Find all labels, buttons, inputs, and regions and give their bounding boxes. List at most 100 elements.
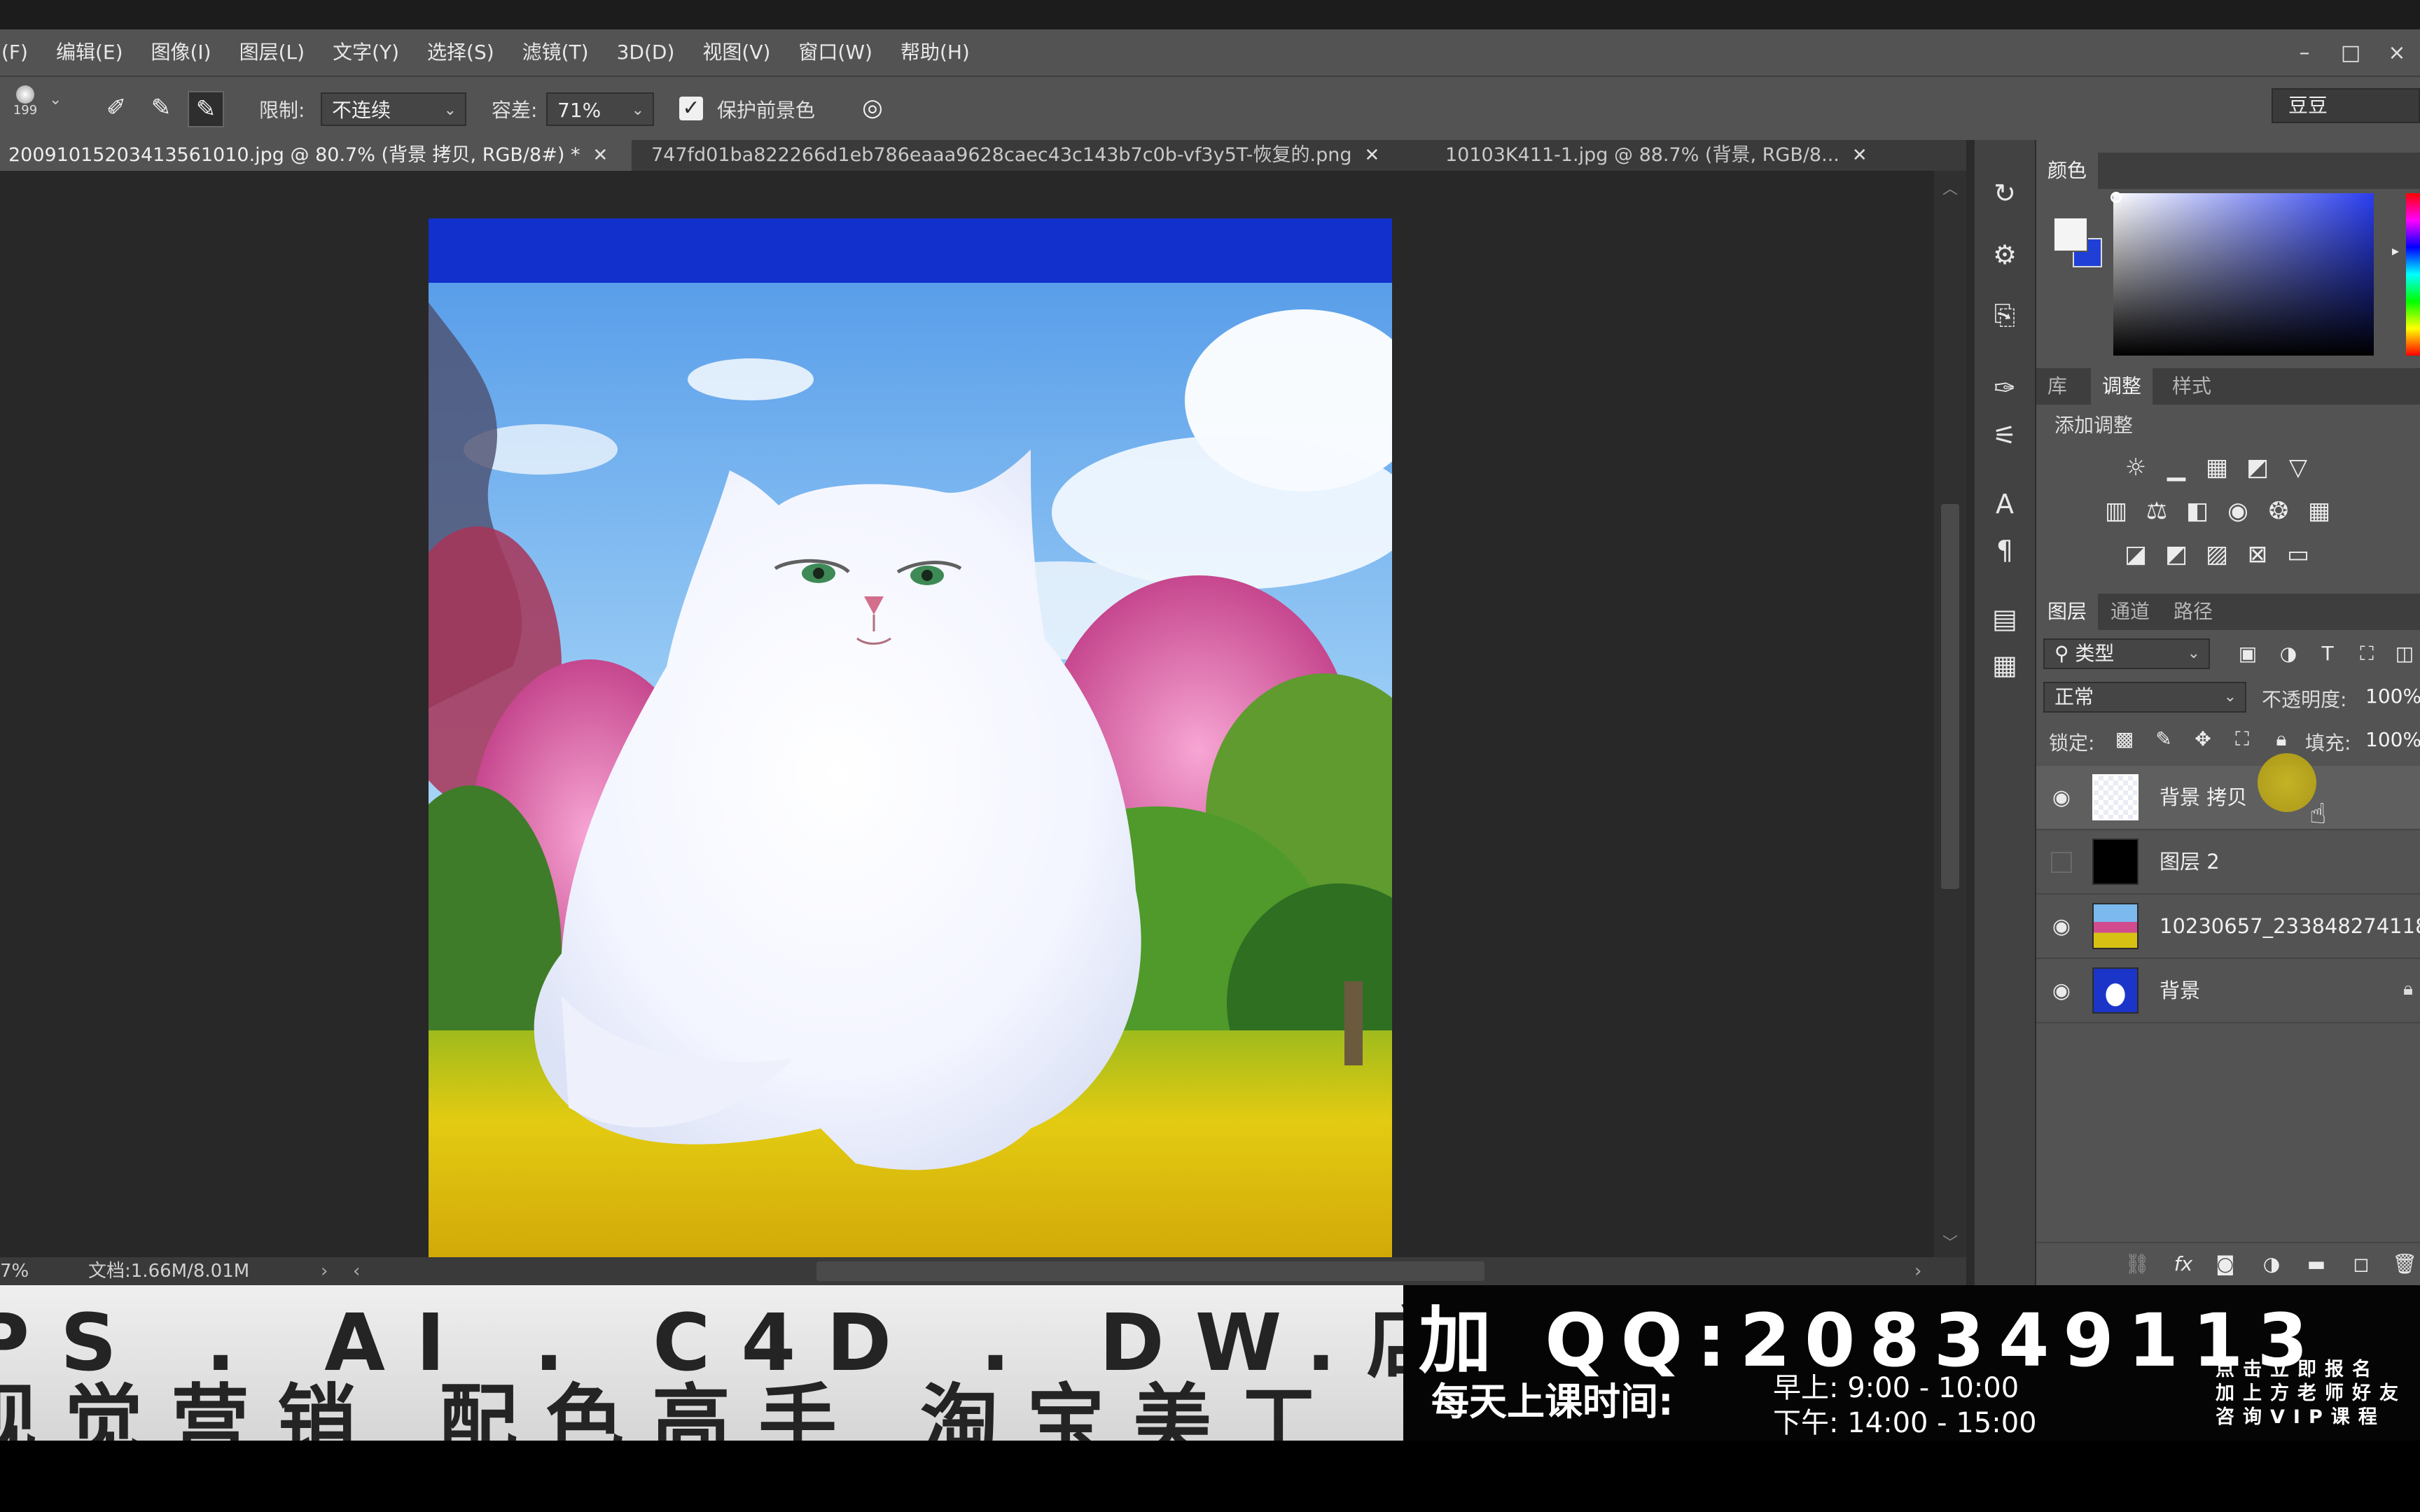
lock-artboard-icon[interactable]: ⛶: [2228, 725, 2256, 753]
clone-source-icon[interactable]: ⎘: [1988, 298, 2022, 332]
eye-icon[interactable]: ◉: [2049, 914, 2074, 939]
close-icon[interactable]: ✕: [592, 145, 608, 166]
hue-saturation-icon[interactable]: ▥: [2102, 497, 2130, 525]
close-icon[interactable]: ✕: [1364, 145, 1379, 166]
exposure-icon[interactable]: ◩: [2244, 454, 2272, 482]
menu-type[interactable]: 文字(Y): [319, 29, 413, 76]
tab-library[interactable]: 库: [2036, 368, 2078, 405]
protect-foreground-checkbox[interactable]: ✓: [679, 97, 703, 120]
limit-dropdown[interactable]: 不连续 ⌄: [321, 92, 466, 126]
filter-smart-object-icon[interactable]: ◫: [2391, 640, 2419, 668]
tab-styles[interactable]: 样式: [2161, 368, 2223, 405]
notes-icon[interactable]: ▦: [1988, 648, 2022, 682]
filter-pixel-icon[interactable]: ▣: [2234, 640, 2262, 668]
channel-mixer-icon[interactable]: ❂: [2265, 497, 2293, 525]
layer-filter-dropdown[interactable]: ⚲ 类型 ⌄: [2043, 638, 2210, 669]
levels-icon[interactable]: ▁: [2162, 454, 2190, 482]
background-eraser-icon[interactable]: ✐: [99, 91, 133, 125]
filter-type-icon[interactable]: T: [2314, 640, 2342, 668]
invert-icon[interactable]: ◪: [2122, 540, 2150, 568]
tab-document-2[interactable]: 747fd01ba822266d1eb786eaaa9628caec43c143…: [643, 140, 1417, 171]
folder-icon[interactable]: ▬: [2302, 1250, 2330, 1278]
lock-position-icon[interactable]: ✥: [2189, 725, 2217, 753]
menu-3d[interactable]: 3D(D): [603, 29, 689, 76]
horizontal-scroll-thumb[interactable]: [816, 1261, 1484, 1281]
layer-row[interactable]: 图层 2: [2036, 830, 2420, 895]
tab-color[interactable]: 颜色: [2036, 153, 2099, 189]
new-layer-icon[interactable]: ◻: [2347, 1250, 2375, 1278]
menu-window[interactable]: 窗口(W): [784, 29, 886, 76]
threshold-icon[interactable]: ▨: [2203, 540, 2231, 568]
color-balance-icon[interactable]: ⚖: [2143, 497, 2171, 525]
fill-value[interactable]: 100%: [2365, 728, 2420, 751]
chevron-right-icon[interactable]: ›: [321, 1257, 328, 1285]
lock-transparent-icon[interactable]: ▩: [2110, 725, 2139, 753]
posterize-icon[interactable]: ◩: [2162, 540, 2190, 568]
trash-icon[interactable]: 🗑︎: [2391, 1250, 2419, 1278]
sample-swatch-icon[interactable]: ✎: [188, 91, 224, 127]
hue-slider[interactable]: [2406, 193, 2420, 356]
tab-layers[interactable]: 图层: [2036, 594, 2099, 630]
adjustment-icon[interactable]: ◑: [2258, 1250, 2286, 1278]
brush-panel-icon[interactable]: ✑: [1988, 371, 2022, 405]
workspace-switcher[interactable]: 豆豆: [2272, 88, 2420, 123]
brush-preset-picker[interactable]: 199: [10, 85, 41, 118]
vibrance-icon[interactable]: ▽: [2284, 454, 2312, 482]
hue-pointer-icon[interactable]: ▸: [2392, 242, 2399, 259]
menu-layer[interactable]: 图层(L): [225, 29, 319, 76]
eye-icon[interactable]: ◉: [2049, 785, 2074, 811]
foreground-color-swatch[interactable]: [2053, 217, 2088, 252]
layer-row[interactable]: ◉ 背景 拷贝: [2036, 766, 2420, 830]
tab-document-1[interactable]: 20091015203413561010.jpg @ 80.7% (背景 拷贝,…: [0, 140, 632, 171]
layer-name[interactable]: 背景 拷贝: [2160, 766, 2247, 829]
brightness-icon[interactable]: ☼: [2122, 454, 2150, 482]
fx-icon[interactable]: fx: [2169, 1250, 2197, 1278]
close-button[interactable]: ×: [2374, 41, 2420, 65]
close-icon[interactable]: ✕: [1852, 145, 1868, 166]
paragraph-icon[interactable]: ¶: [1988, 533, 2022, 567]
history-icon[interactable]: ↻: [1988, 176, 2022, 210]
scroll-right-icon[interactable]: ›: [1914, 1257, 1921, 1285]
filter-shape-icon[interactable]: ⛶: [2353, 640, 2381, 668]
brush-settings-icon[interactable]: ⚟: [1988, 419, 2022, 452]
menu-file[interactable]: (F): [0, 29, 42, 76]
menu-image[interactable]: 图像(I): [137, 29, 225, 76]
link-icon[interactable]: ⛓: [2123, 1250, 2151, 1278]
layer-name[interactable]: 10230657_233848274118...: [2160, 895, 2420, 958]
chevron-down-icon[interactable]: ⌄: [49, 91, 62, 108]
sample-once-icon[interactable]: ✎: [144, 91, 178, 125]
mask-icon[interactable]: ◙: [2211, 1250, 2239, 1278]
blend-mode-dropdown[interactable]: 正常 ⌄: [2043, 682, 2246, 713]
curves-icon[interactable]: ▦: [2203, 454, 2231, 482]
chevron-up-icon[interactable]: ︿: [1942, 176, 1958, 199]
vertical-scroll-thumb[interactable]: [1941, 504, 1959, 889]
color-lookup-icon[interactable]: ▦: [2305, 497, 2333, 525]
tab-document-3[interactable]: 10103K411-1.jpg @ 88.7% (背景, RGB/8... ✕: [1437, 140, 1941, 171]
menu-select[interactable]: 选择(S): [413, 29, 508, 76]
black-white-icon[interactable]: ◧: [2183, 497, 2211, 525]
tab-adjustments[interactable]: 调整: [2091, 368, 2153, 405]
tolerance-field[interactable]: 71% ⌄: [546, 92, 654, 126]
minimize-button[interactable]: –: [2281, 41, 2328, 65]
eye-icon[interactable]: ◉: [2049, 979, 2074, 1004]
visibility-toggle[interactable]: [2051, 852, 2072, 873]
document-canvas[interactable]: [429, 218, 1392, 1257]
color-field[interactable]: [2113, 193, 2374, 356]
menu-help[interactable]: 帮助(H): [886, 29, 984, 76]
layer-name[interactable]: 背景: [2160, 959, 2200, 1022]
maximize-button[interactable]: □: [2328, 41, 2374, 65]
properties-icon[interactable]: ⚙: [1988, 238, 2022, 272]
tab-paths[interactable]: 路径: [2162, 594, 2224, 630]
tab-channels[interactable]: 通道: [2099, 594, 2161, 630]
layer-row[interactable]: ◉ 10230657_233848274118...: [2036, 895, 2420, 959]
character-icon[interactable]: A: [1988, 487, 2022, 521]
selective-color-icon[interactable]: ⊠: [2244, 540, 2272, 568]
pressure-icon[interactable]: ◎: [856, 91, 889, 125]
menu-view[interactable]: 视图(V): [688, 29, 784, 76]
chevron-down-icon[interactable]: ﹀: [1942, 1231, 1958, 1253]
lock-image-icon[interactable]: ✎: [2150, 725, 2178, 753]
opacity-value[interactable]: 100%: [2365, 685, 2420, 708]
scroll-left-icon[interactable]: ‹: [353, 1257, 360, 1285]
zoom-level[interactable]: 7%: [0, 1257, 29, 1285]
layer-row[interactable]: ◉ 背景 🔒︎: [2036, 959, 2420, 1023]
